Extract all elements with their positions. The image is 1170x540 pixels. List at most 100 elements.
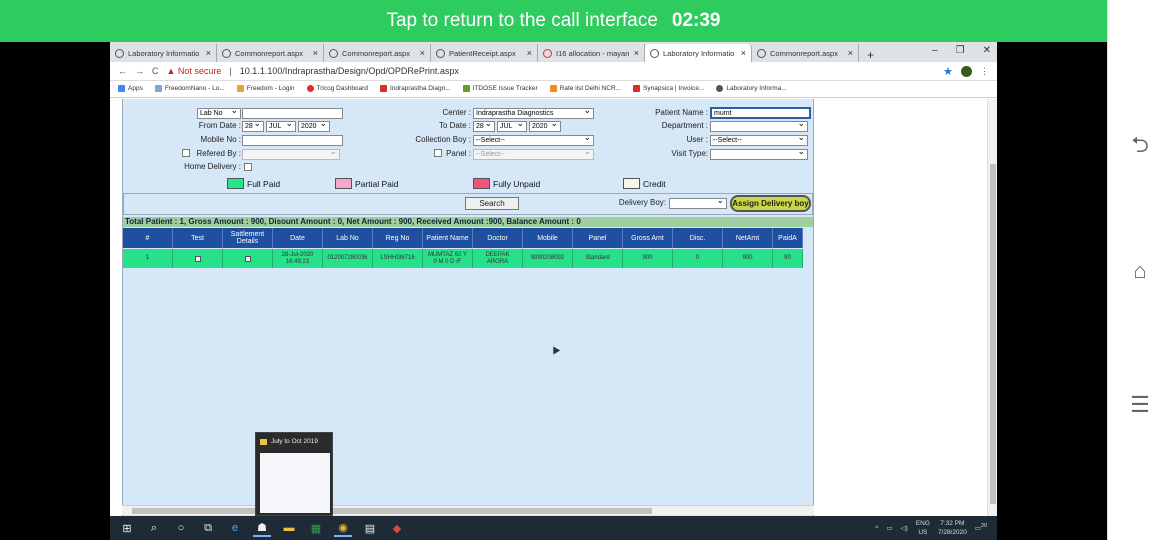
bookmark-item[interactable]: FreedomNano - Lo...: [154, 85, 225, 93]
url-text[interactable]: 10.1.1.100/Indraprastha/Design/Opd/OPDRe…: [240, 66, 459, 76]
search-button[interactable]: Search: [465, 197, 519, 210]
desktop-screen: Laboratory Informatio × Commonreport.aspx…: [110, 42, 997, 540]
from-day-select[interactable]: 28: [242, 121, 264, 132]
settlement-details-icon[interactable]: [244, 255, 251, 262]
menu-icon[interactable]: ☰: [1126, 392, 1154, 417]
bookmark-item[interactable]: Laboratory Informa...: [716, 85, 787, 93]
not-secure-warning[interactable]: ▲ Not secure: [167, 66, 222, 76]
search-icon[interactable]: ⌕: [145, 519, 163, 537]
mouse-cursor-icon: [549, 344, 561, 355]
close-icon[interactable]: ×: [313, 48, 318, 58]
close-icon[interactable]: ×: [206, 48, 211, 58]
visit-type-select[interactable]: [710, 149, 808, 160]
excel-icon[interactable]: ▦: [307, 519, 325, 537]
call-return-banner[interactable]: Tap to return to the call interface 02:3…: [0, 0, 1107, 42]
home-delivery-label: Home Delivery :: [184, 162, 241, 171]
apps-grid-icon: [118, 85, 125, 93]
close-icon[interactable]: ×: [741, 48, 746, 58]
bookmark-item[interactable]: Rate list Delhi NCR...: [549, 85, 621, 93]
close-icon[interactable]: ×: [634, 48, 639, 58]
file-explorer-icon[interactable]: ▬: [280, 519, 298, 537]
bookmark-label: Laboratory Informa...: [726, 85, 787, 93]
notification-icon[interactable]: ▭20: [975, 523, 987, 532]
restore-icon[interactable]: ❐: [956, 45, 965, 56]
collection-boy-select[interactable]: --Select--: [473, 135, 594, 146]
browser-tab[interactable]: PatientReceipt.aspx ×: [431, 44, 538, 62]
clock[interactable]: 7:32 PM 7/28/2020: [938, 519, 967, 537]
scroll-thumb[interactable]: [990, 164, 996, 504]
vertical-scrollbar[interactable]: [987, 99, 997, 516]
lab-no-input[interactable]: [242, 108, 343, 119]
cortana-icon[interactable]: ○: [172, 519, 190, 537]
profile-avatar[interactable]: [961, 65, 972, 77]
task-view-icon[interactable]: ⧉: [199, 519, 217, 537]
minimize-icon[interactable]: –: [932, 45, 938, 56]
to-month-select[interactable]: JUL: [497, 121, 527, 132]
col-header: Disc.: [673, 228, 723, 248]
mobile-label: Mobile No :: [200, 135, 241, 144]
close-icon[interactable]: ×: [527, 48, 532, 58]
kebab-menu-icon[interactable]: ⋮: [980, 66, 989, 77]
tray-up-arrow-icon[interactable]: ^: [875, 525, 878, 532]
back-arrow-icon[interactable]: ←: [118, 66, 127, 76]
from-month-select[interactable]: JUL: [266, 121, 296, 132]
scroll-thumb[interactable]: [132, 508, 652, 514]
browser-tab[interactable]: Commonreport.aspx ×: [752, 44, 859, 62]
patient-name-input[interactable]: mumt: [710, 107, 811, 119]
network-icon[interactable]: ▭: [886, 524, 892, 532]
legend-swatch: [227, 178, 244, 189]
language-indicator[interactable]: ENG US: [916, 519, 930, 537]
windows-start-icon[interactable]: ⊞: [118, 519, 136, 537]
user-select[interactable]: --Select--: [710, 135, 808, 146]
view-test-icon[interactable]: [194, 255, 201, 262]
assign-delivery-boy-button[interactable]: Assign Delivery boy: [730, 195, 811, 212]
close-icon[interactable]: ×: [848, 48, 853, 58]
bookmark-apps[interactable]: Apps: [118, 85, 143, 93]
anydesk-icon[interactable]: ◆: [388, 519, 406, 537]
calculator-icon[interactable]: ▤: [361, 519, 379, 537]
bookmark-item[interactable]: Freedom - Login: [236, 85, 295, 93]
bookmark-item[interactable]: ITDOSE Issue Tracker: [462, 85, 538, 93]
totals-summary: Total Patient : 1, Gross Amount : 900, D…: [123, 217, 813, 227]
taskbar-thumbnail-preview[interactable]: July to Oct 2019: [255, 432, 333, 516]
browser-tab-active[interactable]: Laboratory Informatio ×: [645, 44, 752, 62]
delivery-boy-select[interactable]: [669, 198, 727, 209]
page-viewport: Lab No From Date : 28 JUL 2020 Mobile No…: [110, 99, 997, 516]
to-day-select[interactable]: 28: [473, 121, 495, 132]
new-tab-button[interactable]: +: [859, 48, 882, 62]
gmail-icon: [379, 85, 387, 93]
center-select[interactable]: Indraprastha Diagnostics: [473, 108, 594, 119]
bookmark-item[interactable]: Indraprastha Diagn...: [379, 85, 451, 93]
chrome-icon[interactable]: ◉: [334, 519, 352, 537]
back-icon[interactable]: ⮌: [1126, 128, 1154, 157]
to-year-select[interactable]: 2020: [529, 121, 561, 132]
window-controls: – ❐ ✕: [932, 45, 991, 56]
home-delivery-checkbox[interactable]: [244, 163, 252, 171]
home-icon[interactable]: ⌂: [1126, 258, 1154, 283]
department-select[interactable]: [710, 121, 808, 132]
browser-tab[interactable]: Laboratory Informatio ×: [110, 44, 217, 62]
from-year-select[interactable]: 2020: [298, 121, 330, 132]
close-icon[interactable]: ×: [420, 48, 425, 58]
table-row[interactable]: 1 28-Jul-2020 16:49:23 012007280036 LSHH…: [123, 249, 803, 268]
people-app-icon[interactable]: ☗: [253, 519, 271, 537]
browser-tab[interactable]: I16 allocation - mayan ×: [538, 44, 645, 62]
browser-tab[interactable]: Commonreport.aspx ×: [217, 44, 324, 62]
close-window-icon[interactable]: ✕: [983, 45, 991, 56]
bookmark-star-icon[interactable]: ★: [943, 65, 953, 78]
bookmark-item[interactable]: Tricog Dashboard: [306, 85, 368, 93]
volume-icon[interactable]: ◁): [901, 524, 908, 532]
horizontal-scrollbar[interactable]: [122, 505, 814, 515]
browser-tab[interactable]: Commonreport.aspx ×: [324, 44, 431, 62]
forward-arrow-icon[interactable]: →: [135, 66, 144, 76]
folder-icon: [260, 438, 267, 445]
search-by-select[interactable]: Lab No: [197, 108, 241, 119]
table-header: # Test Sattlement Details Date Lab No Re…: [123, 228, 803, 248]
call-banner-text: Tap to return to the call interface: [386, 10, 658, 31]
reload-icon[interactable]: C: [152, 66, 159, 76]
mobile-input[interactable]: [242, 135, 343, 146]
bookmark-item[interactable]: Synapsica | Invoice...: [633, 85, 704, 93]
legend-label: Fully Unpaid: [493, 178, 541, 189]
department-label: Department :: [661, 121, 708, 130]
edge-icon[interactable]: e: [226, 519, 244, 537]
